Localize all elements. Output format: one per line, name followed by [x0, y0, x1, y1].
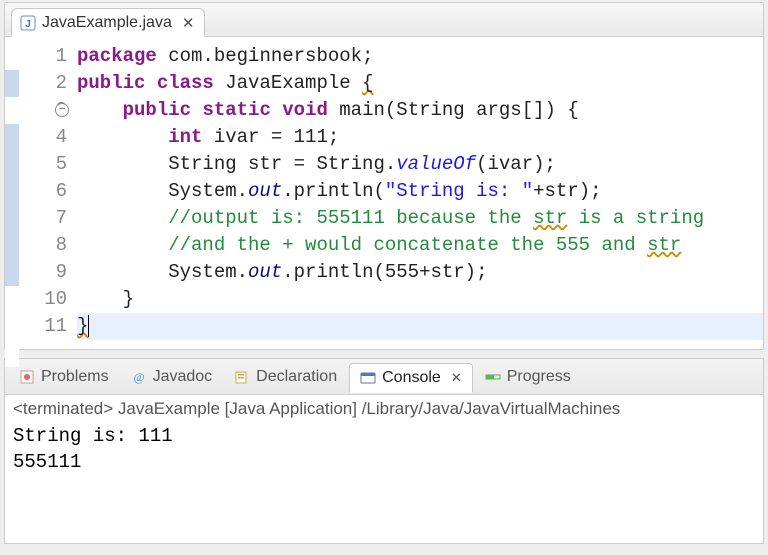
- editor-pane: J JavaExample.java ✕ 123−4567891011 pack…: [4, 2, 764, 350]
- marker: [5, 151, 19, 178]
- close-icon[interactable]: ✕: [182, 14, 195, 32]
- editor-tab[interactable]: J JavaExample.java ✕: [11, 8, 205, 37]
- marker: [5, 43, 19, 70]
- line-number: 5: [19, 151, 67, 178]
- console-line: String is: 111: [13, 423, 755, 449]
- code-line[interactable]: public class JavaExample {: [77, 72, 373, 94]
- code-line[interactable]: System.out.println("String is: "+str);: [77, 180, 602, 202]
- console-output[interactable]: String is: 111555111: [5, 419, 763, 479]
- marker: [5, 205, 19, 232]
- line-number: 9: [19, 259, 67, 286]
- line-number: 1: [19, 43, 67, 70]
- svg-text:J: J: [25, 19, 31, 30]
- marker: [5, 97, 19, 124]
- marker: [5, 70, 19, 97]
- code-line[interactable]: //output is: 555111 because the str is a…: [77, 207, 704, 229]
- code-line[interactable]: String str = String.valueOf(ivar);: [77, 153, 556, 175]
- marker-strip: [5, 43, 19, 367]
- code-line[interactable]: }: [77, 288, 134, 310]
- fold-icon[interactable]: −: [55, 103, 69, 117]
- marker: [5, 232, 19, 259]
- line-number: 10: [19, 286, 67, 313]
- line-number: 6: [19, 178, 67, 205]
- view-tab-console[interactable]: Console ✕: [349, 363, 473, 393]
- marker: [5, 124, 19, 151]
- code-line[interactable]: package com.beginnersbook;: [77, 45, 373, 67]
- code-line[interactable]: System.out.println(555+str);: [77, 261, 487, 283]
- bottom-pane: Problems@JavadocDeclarationConsole✕Progr…: [4, 358, 764, 544]
- line-number: 4: [19, 124, 67, 151]
- console-status: <terminated> JavaExample [Java Applicati…: [5, 395, 763, 419]
- close-icon[interactable]: ✕: [451, 370, 462, 386]
- line-number: 8: [19, 232, 67, 259]
- marker: [5, 259, 19, 286]
- code-area[interactable]: 123−4567891011 package com.beginnersbook…: [5, 37, 763, 373]
- marker: [5, 286, 19, 313]
- java-file-icon: J: [20, 15, 36, 31]
- line-number: 11: [19, 313, 67, 340]
- line-number: 2: [19, 70, 67, 97]
- code-line[interactable]: //and the + would concatenate the 555 an…: [77, 234, 681, 256]
- editor-tab-label: JavaExample.java: [42, 14, 172, 32]
- line-number: 7: [19, 205, 67, 232]
- code-line[interactable]: int ivar = 111;: [77, 126, 339, 148]
- line-number: 3−: [19, 97, 67, 124]
- code-content[interactable]: package com.beginnersbook; public class …: [77, 43, 763, 367]
- marker: [5, 313, 19, 340]
- marker: [5, 178, 19, 205]
- code-line[interactable]: }: [77, 313, 763, 340]
- editor-tab-bar: J JavaExample.java ✕: [5, 3, 763, 37]
- view-tab-label: Console: [382, 369, 441, 387]
- console-line: 555111: [13, 449, 755, 475]
- code-line[interactable]: public static void main(String args[]) {: [77, 99, 579, 121]
- line-gutter: 123−4567891011: [19, 43, 77, 367]
